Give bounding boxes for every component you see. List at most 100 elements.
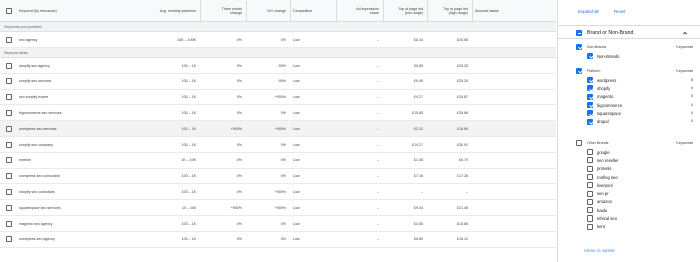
top-bid-low-cell: £6.34 xyxy=(414,37,423,42)
brand-or-non-brand-header[interactable]: Brand or Non-Brand xyxy=(558,25,700,39)
table-row[interactable]: seo agency 10K – 100K 0% 0% Low – £6.34 £24.58 xyxy=(0,32,556,48)
table-row[interactable]: seo shopify expert 100 – 1K 0% +900% Low – £4.… xyxy=(0,89,556,106)
row-checkbox[interactable] xyxy=(6,94,12,101)
row-checkbox[interactable] xyxy=(6,173,12,180)
table-row[interactable]: ewebot 1K – 10K 0% 0% Low – £1.35 £6.70 xyxy=(0,152,556,169)
table-row[interactable]: wordpress seo consultant 100 – 1K 0% 0% Low –… xyxy=(0,168,556,185)
filter-item-label[interactable]: ethical seo xyxy=(597,216,617,221)
filter-checkbox[interactable] xyxy=(587,149,594,156)
filter-checkbox[interactable] xyxy=(587,157,594,164)
top-bid-high-cell: £25.25 xyxy=(457,79,468,84)
yoy-change-cell: -90% xyxy=(277,79,286,84)
table-row[interactable]: squarespace seo services 10 – 100 +900% +90… xyxy=(0,200,556,216)
filter-item-count: 8 xyxy=(690,77,693,82)
header-account-status[interactable]: Account status xyxy=(475,0,545,22)
view-more-link[interactable]: VIEW 21 MORE xyxy=(584,248,615,253)
filter-item-label[interactable]: kent xyxy=(597,224,605,229)
ad-impression-share-cell: – xyxy=(377,237,379,242)
keywords-column-label: Keywords xyxy=(676,141,693,145)
filter-checkbox[interactable] xyxy=(587,77,594,84)
filter-item-label[interactable]: seo pr xyxy=(597,191,609,196)
keyword-cell: wordpress seo agency xyxy=(19,237,55,242)
keyword-cell: squarespace seo services xyxy=(19,205,61,210)
row-checkbox[interactable] xyxy=(6,109,12,116)
filter-item-label[interactable]: Non-Brands xyxy=(597,54,619,59)
other-brands-group-checkbox[interactable] xyxy=(576,140,583,147)
filter-checkbox[interactable] xyxy=(587,85,594,92)
table-row[interactable]: magento seo agency 100 – 1K 0% 0% Low – £3.55 £… xyxy=(0,216,556,232)
chevron-up-icon[interactable] xyxy=(682,30,688,36)
header-top-bid-high[interactable]: Top of page bid (high range) xyxy=(430,0,468,22)
header-avg-searches[interactable]: Avg. monthly searches xyxy=(130,0,196,22)
header-top-bid-low[interactable]: Top of page bid (low range) xyxy=(386,0,423,22)
table-row[interactable]: shopify seo services 100 – 1K 0% -90% Low – £9… xyxy=(0,73,556,90)
header-competition[interactable]: Competition xyxy=(293,0,333,22)
header-three-month-change[interactable]: Three month change xyxy=(204,0,242,22)
row-checkbox[interactable] xyxy=(6,220,12,227)
filter-item-label[interactable]: magento xyxy=(597,94,613,99)
header-yoy-change[interactable]: YoY change xyxy=(250,0,286,22)
table-row[interactable]: wordpress seo agency 100 – 1K 0% 0% Low – £5.8… xyxy=(0,231,556,248)
filter-checkbox[interactable] xyxy=(587,215,594,222)
filter-checkbox[interactable] xyxy=(587,118,594,125)
three-month-change-cell: 0% xyxy=(236,142,242,147)
row-checkbox[interactable] xyxy=(6,62,12,69)
ad-impression-share-cell: – xyxy=(377,174,379,179)
filter-checkbox[interactable] xyxy=(587,173,594,181)
filter-checkbox[interactable] xyxy=(587,101,594,109)
platform-group-checkbox[interactable] xyxy=(576,68,583,75)
table-row[interactable]: wordpress seo services 100 – 1K +900% +900%… xyxy=(0,121,556,137)
non-brands-group-checkbox[interactable] xyxy=(576,44,583,51)
table-row[interactable]: shopify seo agency 100 – 1K 0% -90% Low – £5.8… xyxy=(0,58,556,74)
filter-item-label[interactable]: google xyxy=(597,150,610,155)
filter-checkbox[interactable] xyxy=(587,165,594,172)
row-checkbox[interactable] xyxy=(6,188,12,195)
table-header: Keyword (by relevance) Avg. monthly sear… xyxy=(0,0,556,22)
row-checkbox[interactable] xyxy=(6,157,12,164)
filter-checkbox[interactable] xyxy=(587,207,594,214)
filter-item-label[interactable]: wordpress xyxy=(597,78,616,83)
filter-item-label[interactable]: amazon xyxy=(597,199,612,204)
header-ad-impression-share[interactable]: Ad impression share xyxy=(339,0,379,22)
row-checkbox[interactable] xyxy=(6,204,12,211)
filter-item-label[interactable]: squarespace xyxy=(597,111,621,116)
yoy-change-cell: +900% xyxy=(274,126,286,131)
top-bid-low-cell: – xyxy=(421,189,423,194)
filter-checkbox[interactable] xyxy=(587,190,594,197)
row-checkbox[interactable] xyxy=(6,36,12,43)
header-keyword[interactable]: Keyword (by relevance) xyxy=(19,0,119,22)
filter-checkbox[interactable] xyxy=(587,223,594,230)
row-checkbox[interactable] xyxy=(6,236,12,243)
filter-item-label[interactable]: liverpool xyxy=(597,183,613,188)
row-checkbox[interactable] xyxy=(6,78,12,85)
filter-checkbox[interactable] xyxy=(587,110,594,117)
filter-checkbox[interactable] xyxy=(587,198,594,205)
filter-item-label[interactable]: shopify xyxy=(597,86,610,91)
three-month-change-cell: 0% xyxy=(236,158,242,163)
filter-item-label[interactable]: roofing seo xyxy=(597,175,618,180)
table-row[interactable]: shopify seo consultant 100 – 1K 0% +900% Low… xyxy=(0,184,556,201)
top-bid-low-cell: £7.16 xyxy=(414,174,423,179)
yoy-change-cell: 0% xyxy=(280,237,286,242)
filter-item-label[interactable]: primelis xyxy=(597,166,611,171)
competition-cell: Low xyxy=(293,95,300,100)
filter-checkbox[interactable] xyxy=(587,93,594,100)
filter-item-label[interactable]: seo reseller xyxy=(597,158,619,163)
yoy-change-cell: -90% xyxy=(277,63,286,68)
filter-item-label[interactable]: drupal xyxy=(597,119,609,124)
filter-item-label[interactable]: bigcommerce xyxy=(597,103,622,108)
table-row[interactable]: bigcommerce seo services 100 – 1K 0% 0% Low –… xyxy=(0,105,556,122)
avg-searches-cell: 100 – 1K xyxy=(181,189,196,194)
brand-group-checkbox[interactable] xyxy=(576,29,583,36)
filter-checkbox[interactable] xyxy=(587,53,594,60)
filter-checkbox[interactable] xyxy=(587,182,594,189)
filter-item-label[interactable]: baidu xyxy=(597,208,607,213)
row-checkbox[interactable] xyxy=(6,125,12,132)
row-checkbox[interactable] xyxy=(6,141,12,148)
select-all-checkbox[interactable] xyxy=(6,8,12,14)
reset-link[interactable]: Reset xyxy=(614,9,625,14)
expand-all-link[interactable]: Expand all xyxy=(578,9,599,14)
keywords-column-label: Keywords xyxy=(676,45,693,49)
table-row[interactable]: shopify seo company 100 – 1K 0% 0% Low – £14.2… xyxy=(0,137,556,153)
keyword-cell: seo agency xyxy=(19,37,38,42)
